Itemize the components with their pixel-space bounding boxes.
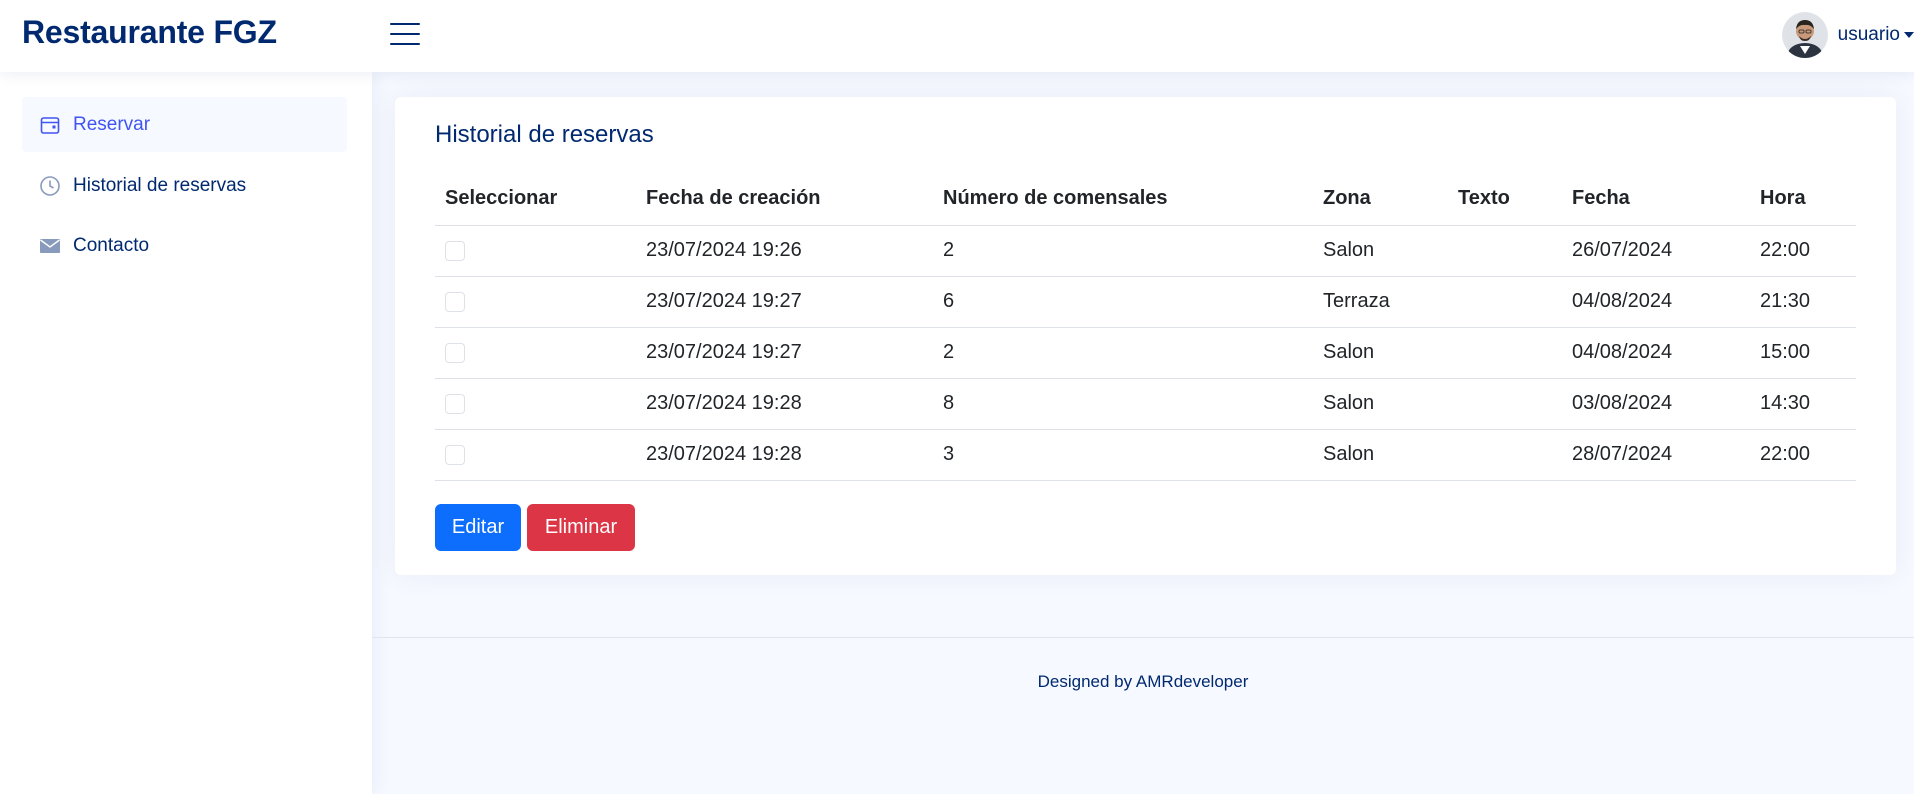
cell-text: [1448, 327, 1562, 379]
select-checkbox[interactable]: [445, 393, 465, 414]
cell-text: [1448, 378, 1562, 430]
reservations-table: Seleccionar Fecha de creación Número de …: [435, 173, 1856, 481]
avatar: [1781, 12, 1828, 58]
table-row: 23/07/2024 19:28 8 Salon 03/08/2024 14:3…: [435, 378, 1856, 430]
cell-guests: 2: [933, 225, 1313, 277]
cell-time: 22:00: [1750, 429, 1856, 481]
cell-time: 14:30: [1750, 378, 1856, 430]
select-checkbox[interactable]: [445, 342, 465, 363]
cell-zone: Terraza: [1313, 276, 1448, 328]
cell-guests: 2: [933, 327, 1313, 379]
cell-created: 23/07/2024 19:28: [636, 429, 933, 481]
column-header: Número de comensales: [933, 173, 1313, 226]
envelope-icon: [39, 235, 61, 257]
select-checkbox[interactable]: [445, 444, 465, 465]
cell-zone: Salon: [1313, 225, 1448, 277]
column-header: Texto: [1448, 173, 1562, 226]
hamburger-menu-icon[interactable]: [390, 21, 420, 47]
cell-created: 23/07/2024 19:27: [636, 276, 933, 328]
sidebar-item-label: Historial de reservas: [73, 174, 247, 196]
column-header: Seleccionar: [435, 173, 636, 226]
cell-guests: 6: [933, 276, 1313, 328]
sidebar-item-reservar[interactable]: Reservar: [22, 97, 347, 152]
sidebar-item-label: Contacto: [73, 234, 150, 256]
footer-divider: [372, 637, 1914, 638]
cell-text: [1448, 225, 1562, 277]
cell-time: 15:00: [1750, 327, 1856, 379]
sidebar-item-label: Reservar: [73, 113, 151, 135]
cell-guests: 8: [933, 378, 1313, 430]
top-header: Restaurante FGZ usuario: [0, 0, 1914, 72]
cell-created: 23/07/2024 19:26: [636, 225, 933, 277]
sidebar: Reservar Historial de reservas Contacto: [0, 72, 372, 794]
clock-icon: [39, 175, 61, 197]
cell-date: 04/08/2024: [1562, 327, 1750, 379]
table-header-row: Seleccionar Fecha de creación Número de …: [435, 173, 1856, 226]
table-row: 23/07/2024 19:27 2 Salon 04/08/2024 15:0…: [435, 327, 1856, 379]
column-header: Fecha: [1562, 173, 1750, 226]
select-checkbox[interactable]: [445, 291, 465, 312]
brand-logo[interactable]: Restaurante FGZ: [22, 14, 277, 51]
select-checkbox[interactable]: [445, 240, 465, 261]
reservations-card: Historial de reservas Seleccionar Fecha …: [395, 97, 1896, 575]
sidebar-item-historial[interactable]: Historial de reservas: [22, 158, 347, 213]
delete-button[interactable]: Eliminar: [527, 504, 635, 551]
cell-zone: Salon: [1313, 378, 1448, 430]
cell-date: 03/08/2024: [1562, 378, 1750, 430]
cell-text: [1448, 429, 1562, 481]
table-row: 23/07/2024 19:28 3 Salon 28/07/2024 22:0…: [435, 429, 1856, 481]
edit-button[interactable]: Editar: [435, 504, 521, 551]
column-header: Zona: [1313, 173, 1448, 226]
cell-created: 23/07/2024 19:27: [636, 327, 933, 379]
user-name: usuario: [1837, 24, 1900, 45]
table-row: 23/07/2024 19:26 2 Salon 26/07/2024 22:0…: [435, 225, 1856, 277]
column-header: Fecha de creación: [636, 173, 933, 226]
footer-credit: Designed by AMRdeveloper: [1037, 672, 1249, 691]
user-menu[interactable]: usuario: [1781, 12, 1914, 58]
cell-time: 21:30: [1750, 276, 1856, 328]
sidebar-item-contacto[interactable]: Contacto: [22, 218, 347, 273]
page-title: Historial de reservas: [435, 121, 654, 148]
cell-text: [1448, 276, 1562, 328]
calendar-icon: [39, 114, 61, 136]
cell-guests: 3: [933, 429, 1313, 481]
chevron-down-icon: [1904, 32, 1914, 38]
table-row: 23/07/2024 19:27 6 Terraza 04/08/2024 21…: [435, 276, 1856, 328]
cell-zone: Salon: [1313, 327, 1448, 379]
cell-time: 22:00: [1750, 225, 1856, 277]
cell-date: 26/07/2024: [1562, 225, 1750, 277]
cell-date: 28/07/2024: [1562, 429, 1750, 481]
cell-date: 04/08/2024: [1562, 276, 1750, 328]
column-header: Hora: [1750, 173, 1856, 226]
cell-created: 23/07/2024 19:28: [636, 378, 933, 430]
cell-zone: Salon: [1313, 429, 1448, 481]
